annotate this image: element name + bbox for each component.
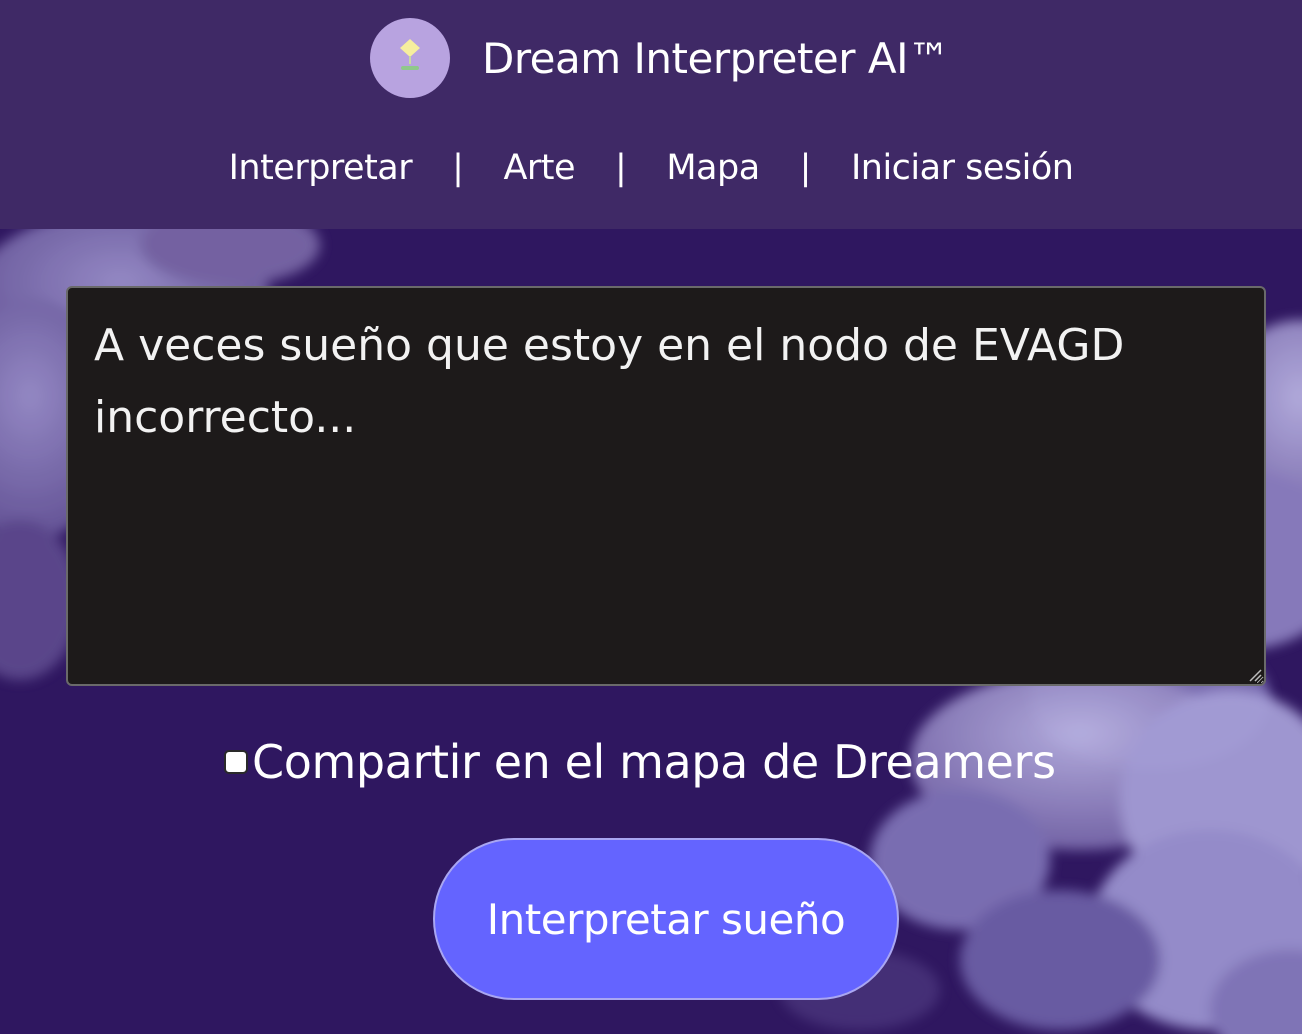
app-title: Dream Interpreter AI™ (482, 33, 950, 83)
nav-link-interpretar[interactable]: Interpretar (229, 148, 413, 188)
share-option: Compartir en el mapa de Dreamers (224, 730, 1056, 794)
nav-separator: | (615, 148, 627, 188)
dream-input[interactable] (66, 286, 1266, 686)
interpret-dream-button[interactable]: Interpretar sueño (433, 838, 899, 1000)
main-nav: Interpretar | Arte | Mapa | Iniciar sesi… (0, 148, 1302, 188)
sprout-icon (370, 18, 450, 98)
resize-handle-icon[interactable] (1248, 668, 1262, 682)
share-label[interactable]: Compartir en el mapa de Dreamers (252, 735, 1056, 789)
nav-link-arte[interactable]: Arte (503, 148, 575, 188)
nav-separator: | (452, 148, 464, 188)
nav-separator: | (799, 148, 812, 188)
nav-link-mapa[interactable]: Mapa (666, 148, 760, 188)
nav-link-iniciar-sesion[interactable]: Iniciar sesión (851, 148, 1074, 188)
top-header: Dream Interpreter AI™ Interpretar | Arte… (0, 0, 1302, 229)
brand[interactable]: Dream Interpreter AI™ (370, 18, 950, 98)
share-checkbox[interactable] (224, 750, 248, 774)
